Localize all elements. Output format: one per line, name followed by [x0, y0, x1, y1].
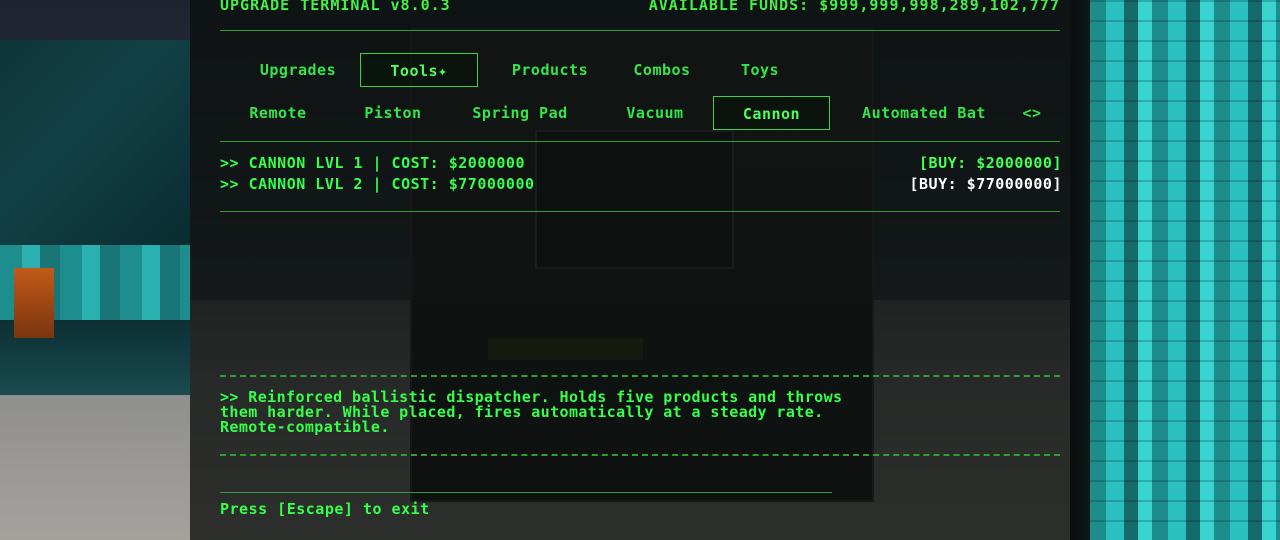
tool-tabs: Remote Piston Spring Pad Vacuum Cannon A…: [220, 96, 1060, 130]
upgrade-terminal: UPGRADE TERMINAL v8.0.3 AVAILABLE FUNDS:…: [190, 0, 1090, 540]
funds-value: $999,999,998,289,102,777: [819, 0, 1060, 14]
tab-upgrades[interactable]: Upgrades: [238, 53, 358, 87]
funds-label: AVAILABLE FUNDS:: [648, 0, 810, 14]
header-divider: [220, 30, 1060, 31]
tab-piston[interactable]: Piston: [348, 96, 438, 130]
crystal-pillar: [1090, 0, 1280, 540]
description-top-divider: [220, 375, 1060, 377]
tab-tools[interactable]: Tools✦: [360, 53, 478, 87]
exit-hint: Press [Escape] to exit: [220, 500, 430, 518]
tab-vacuum[interactable]: Vacuum: [610, 96, 700, 130]
category-tabs: Upgrades Tools✦ Products Combos Toys: [220, 53, 1060, 87]
item-label: >> CANNON LVL 1 | COST: $2000000: [220, 154, 525, 172]
list-divider: [220, 211, 1060, 212]
list-item: >> CANNON LVL 1 | COST: $2000000 [BUY: $…: [220, 154, 1062, 175]
list-item: >> CANNON LVL 2 | COST: $77000000 [BUY: …: [220, 175, 1062, 196]
tab-cannon[interactable]: Cannon: [713, 96, 830, 130]
tab-automated-bat[interactable]: Automated Bat: [840, 96, 1008, 130]
item-label: >> CANNON LVL 2 | COST: $77000000: [220, 175, 535, 193]
background-rock: [0, 40, 190, 260]
tab-scroll-arrows-icon[interactable]: <>: [1018, 96, 1046, 130]
tab-spring-pad[interactable]: Spring Pad: [456, 96, 584, 130]
upgrade-list: >> CANNON LVL 1 | COST: $2000000 [BUY: $…: [220, 154, 1062, 196]
tab-products[interactable]: Products: [482, 53, 618, 87]
terminal-title: UPGRADE TERMINAL v8.0.3: [220, 0, 451, 14]
description-bottom-divider: [220, 454, 1060, 456]
available-funds: AVAILABLE FUNDS: $999,999,998,289,102,77…: [649, 0, 1060, 18]
tab-remote[interactable]: Remote: [238, 96, 318, 130]
buy-button[interactable]: [BUY: $77000000]: [910, 175, 1063, 193]
description-line: Remote-compatible.: [220, 418, 390, 436]
terminal-header: UPGRADE TERMINAL v8.0.3 AVAILABLE FUNDS:…: [220, 0, 1060, 18]
orange-block: [14, 268, 54, 338]
buy-button[interactable]: [BUY: $2000000]: [919, 154, 1062, 172]
item-description: >> Reinforced ballistic dispatcher. Hold…: [220, 390, 1060, 435]
tabs-divider: [220, 141, 1060, 142]
footer-divider: [220, 492, 832, 493]
tab-combos[interactable]: Combos: [618, 53, 706, 87]
tab-toys[interactable]: Toys: [724, 53, 796, 87]
